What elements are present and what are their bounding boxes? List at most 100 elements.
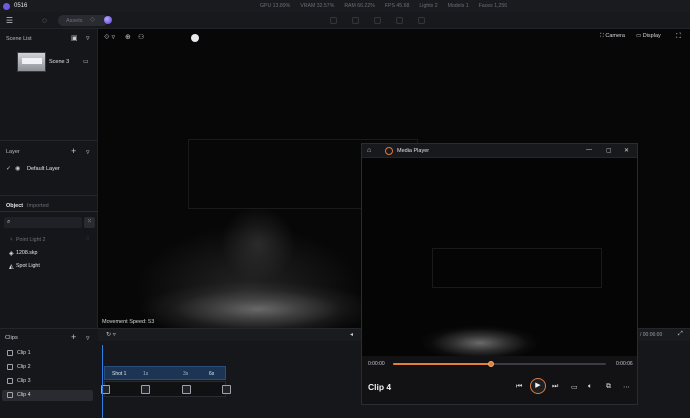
video-frame[interactable] <box>362 158 637 356</box>
hidden-eye-icon[interactable]: ◌ <box>86 236 90 242</box>
cube-icon: ◈ <box>9 251 14 257</box>
clip-icon <box>7 364 13 370</box>
collapse-icon[interactable]: ▿ <box>86 34 90 42</box>
assets-label: Assets <box>66 17 83 24</box>
volume-icon[interactable]: 🔈︎ <box>588 383 592 391</box>
scene-item-label[interactable]: Scene 3 <box>49 59 69 65</box>
minimize-icon[interactable]: — <box>586 147 592 153</box>
clip-item-selected[interactable]: Clip 4 <box>2 390 93 401</box>
clip-label: Clip 1 <box>17 350 31 356</box>
spot-light-icon: ◭ <box>9 264 14 270</box>
object-item-spot-light[interactable]: ◭ Spot Light <box>9 263 40 270</box>
play-button[interactable]: ▶ <box>530 378 546 394</box>
seek-bar[interactable] <box>393 361 606 367</box>
disabled-tool-icon <box>418 17 425 24</box>
disabled-tool-icon <box>330 17 337 24</box>
collapse-icon[interactable]: ▿ <box>86 334 90 342</box>
globe-icon[interactable]: ⊕ <box>125 33 131 41</box>
asset-tag-icon[interactable]: ◇ <box>88 16 97 25</box>
hamburger-menu-icon[interactable]: ☰ <box>5 16 14 25</box>
tab-underline <box>0 211 98 212</box>
object-tabs: Object Imported <box>0 200 98 212</box>
light-bulb-icon: ♀ <box>9 237 14 243</box>
object-item-label: Point Light 2 <box>16 237 46 243</box>
close-icon[interactable]: ✕ <box>624 147 629 154</box>
clip-item[interactable]: Clip 3 <box>2 376 93 387</box>
toolbar: ☰ ◌ Assets ◇ <box>0 12 690 29</box>
video-scene-wall <box>432 248 602 288</box>
keyframe-icon[interactable] <box>182 385 191 394</box>
more-options-icon[interactable]: ⋯ <box>623 383 630 391</box>
add-layer-icon[interactable]: + <box>71 146 76 156</box>
scene-tree <box>223 204 293 284</box>
camera-label: Camera <box>605 33 625 39</box>
faces-stat: Faces 1,256 <box>478 3 508 9</box>
add-clip-icon[interactable]: + <box>71 332 76 342</box>
object-item-label: 1208.skp <box>16 250 38 256</box>
disabled-tool-icon <box>352 17 359 24</box>
clip-icon <box>7 392 13 398</box>
next-icon[interactable]: ⏭ <box>552 383 558 391</box>
display-button[interactable]: ▭ Display <box>636 33 661 39</box>
player-controls: 0:00:00 0:00:06 Clip 4 ⏮ ▶ ⏭ ▭ 🔈︎ ⧉ ⋯ <box>362 356 637 404</box>
eye-icon[interactable]: ◉ <box>15 165 20 172</box>
previous-icon[interactable]: ⏮ <box>516 383 522 391</box>
chat-icon[interactable]: ◌ <box>40 16 49 25</box>
ram-stat: RAM 66.22% <box>344 3 375 9</box>
collapse-icon[interactable]: ▿ <box>86 148 90 156</box>
add-scene-icon[interactable]: ▣ <box>71 34 78 42</box>
expand-icon[interactable]: ⤢ <box>678 331 683 338</box>
material-ball-icon[interactable] <box>104 16 112 24</box>
now-playing-title: Clip 4 <box>368 382 392 392</box>
clip-item[interactable]: Clip 1 <box>2 348 93 359</box>
media-player-logo-icon <box>385 147 393 155</box>
maximize-icon[interactable]: ▢ <box>606 147 612 154</box>
search-icon: ⌕ <box>7 219 11 225</box>
models-stat: Models 1 <box>447 3 469 9</box>
video-camera-icon[interactable]: ▭ <box>83 58 89 65</box>
tab-imported[interactable]: Imported <box>27 203 49 209</box>
app-title: 0516 <box>14 3 28 9</box>
display-label: Display <box>642 33 661 39</box>
current-time: 0:00:00 <box>368 361 385 367</box>
fullscreen-icon[interactable]: ⛶ <box>676 33 681 41</box>
object-search-input[interactable]: ⌕ <box>4 217 82 228</box>
grid-view-button[interactable]: ⁙ <box>84 217 95 228</box>
keyframe-icon[interactable] <box>222 385 231 394</box>
scene-thumbnail[interactable] <box>17 52 46 72</box>
fps-stat: FPS 45.68 <box>384 3 410 9</box>
movement-speed-readout: Movement Speed: 53 <box>102 319 155 325</box>
shot-track[interactable]: Shot 1 1s 3s 6s <box>104 366 226 380</box>
clip-label: Clip 2 <box>17 364 31 370</box>
seek-thumb[interactable] <box>487 361 494 367</box>
people-icon[interactable]: ⚇ <box>138 33 144 41</box>
timeline-duration: / 00:06:00 <box>640 332 663 338</box>
divider <box>0 140 98 141</box>
object-item-label: Spot Light <box>16 263 40 269</box>
timeline-tick: 6s <box>209 371 215 377</box>
sun-icon[interactable] <box>191 34 199 42</box>
layer-title: Layer <box>6 149 20 155</box>
rotate-icon[interactable]: ↻ ▿ <box>106 331 116 338</box>
object-item-point-light[interactable]: ♀ Point Light 2 <box>9 237 46 243</box>
clip-icon <box>7 350 13 356</box>
layer-item-label[interactable]: Default Layer <box>27 166 60 172</box>
keyframe-strip[interactable] <box>101 381 231 397</box>
check-icon[interactable]: ✓ <box>6 165 11 172</box>
clip-item[interactable]: Clip 2 <box>2 362 93 373</box>
assets-button[interactable]: Assets <box>58 15 108 26</box>
timeline-tool-icon[interactable]: ◂ <box>350 331 353 338</box>
keyframe-icon[interactable] <box>141 385 150 394</box>
total-duration: 0:00:06 <box>616 361 633 367</box>
media-player-window: ⌂ Media Player — ▢ ✕ 0:00:00 0:00:06 Cli… <box>361 143 638 405</box>
mini-player-icon[interactable]: ⧉ <box>606 383 611 391</box>
shot-name: Shot 1 <box>112 371 127 377</box>
subtitles-icon[interactable]: ▭ <box>571 383 578 391</box>
camera-button[interactable]: ⛶ Camera <box>600 33 625 40</box>
lights-stat: Lights 2 <box>419 3 438 9</box>
home-icon[interactable]: ⌂ <box>367 147 371 154</box>
transform-gizmo-icon[interactable]: ⟐ ▿ <box>104 33 115 42</box>
tab-object[interactable]: Object <box>6 203 23 209</box>
object-item-model[interactable]: ◈ 1208.skp <box>9 250 38 257</box>
playhead[interactable] <box>102 345 103 418</box>
